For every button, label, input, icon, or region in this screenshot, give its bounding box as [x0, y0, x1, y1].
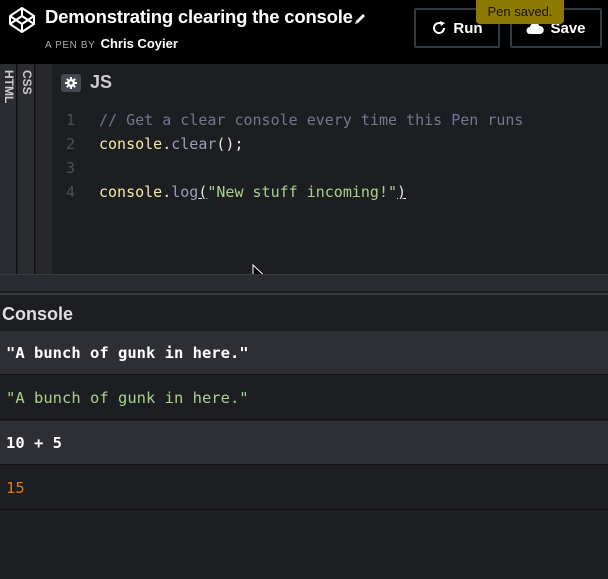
code-identifier: console [99, 183, 163, 201]
js-code-editor[interactable]: 1 // Get a clear console every time this… [52, 104, 608, 274]
collapsed-panels [36, 64, 52, 274]
tab-css[interactable]: CSS [18, 64, 35, 274]
code-close-paren: ) [397, 183, 407, 201]
code-identifier: console [99, 135, 163, 153]
byline: A PEN BY Chris Coyier [45, 36, 178, 51]
console-input-row: "A bunch of gunk in here." [0, 331, 608, 375]
console-input-text: 10 + 5 [6, 434, 62, 452]
code-text: console.log("New stuff incoming!") [99, 180, 406, 204]
console-output-string: "A bunch of gunk in here." [6, 389, 249, 407]
console-output-number: 15 [6, 479, 25, 497]
code-method: log [171, 183, 199, 201]
js-editor-header: JS [52, 64, 608, 100]
line-number: 1 [66, 111, 76, 129]
refresh-icon [433, 21, 446, 34]
console-input-row: 10 + 5 [0, 421, 608, 465]
tab-css-label: CSS [20, 70, 34, 95]
code-dot: . [162, 183, 172, 201]
editor-area: HTML CSS JS 1 // Get a clear console eve… [0, 64, 608, 291]
codepen-logo-icon[interactable] [8, 6, 36, 34]
code-punct: (); [216, 135, 244, 153]
pen-title[interactable]: Demonstrating clearing the console [45, 6, 353, 28]
tab-html-label: HTML [2, 70, 16, 104]
line-number: 3 [66, 159, 76, 177]
console-output-row: "A bunch of gunk in here." [0, 376, 608, 420]
line-number: 2 [66, 135, 76, 153]
saved-toast: Pen saved. [476, 0, 564, 24]
code-string: "New stuff incoming!" [207, 183, 398, 201]
code-text: console.clear(); [99, 132, 244, 156]
code-dot: . [162, 135, 172, 153]
line-number: 4 [66, 183, 76, 201]
console-input-text: "A bunch of gunk in here." [6, 344, 249, 362]
console-prompt-area[interactable] [0, 511, 608, 579]
code-method: clear [171, 135, 217, 153]
console-header: Console [0, 293, 608, 333]
js-settings-button[interactable] [61, 74, 81, 92]
code-comment: // Get a clear console every time this P… [99, 111, 524, 129]
console-title: Console [2, 304, 74, 324]
byline-prefix: A PEN BY [45, 40, 96, 51]
editor-resize-handle[interactable] [0, 274, 608, 291]
pencil-icon[interactable] [352, 11, 368, 27]
pen-header: Demonstrating clearing the console A PEN… [0, 0, 608, 64]
author-link[interactable]: Chris Coyier [101, 36, 178, 51]
tab-html[interactable]: HTML [0, 64, 17, 274]
gear-icon [65, 77, 77, 89]
js-editor-title: JS [90, 72, 113, 92]
console-output-row: 15 [0, 466, 608, 510]
